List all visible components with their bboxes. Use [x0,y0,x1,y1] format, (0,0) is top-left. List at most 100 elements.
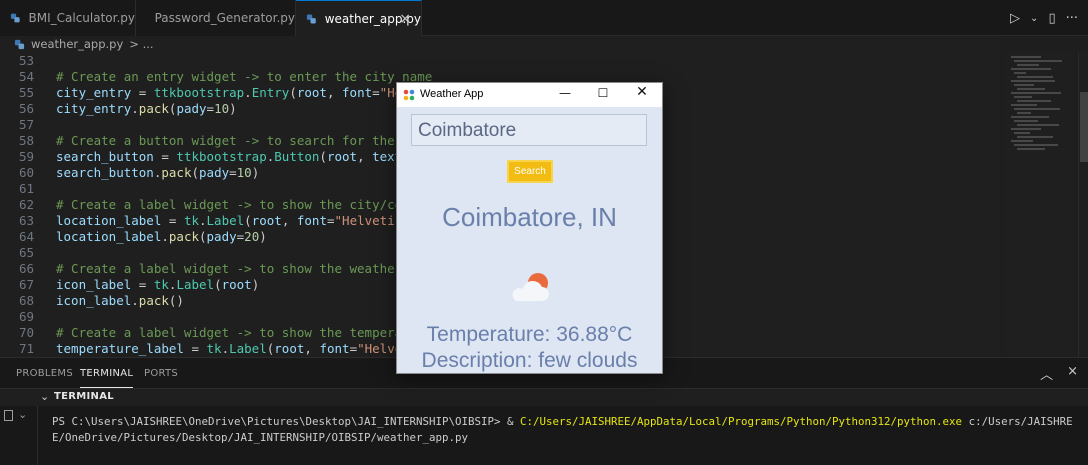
line-number: 68 [18,293,34,308]
chevron-down-icon[interactable]: ⌄ [40,390,49,403]
code-text: city_entry.pack(pady=10) [56,101,237,116]
terminal-sidebar: ⌄ [0,406,38,465]
line-number: 69 [18,309,34,324]
tab-password-generator[interactable]: Password_Generator.py [136,0,296,36]
minimap-line [1017,112,1031,114]
python-file-icon [146,17,147,19]
panel-controls: ︿ × [1040,364,1078,383]
tab-problems[interactable]: PROBLEMS [16,358,73,388]
line-number: 71 [18,341,34,356]
code-text: search_button.pack(pady=10) [56,165,260,180]
minimap[interactable] [1005,52,1075,357]
line-number: 62 [18,197,34,212]
line-number: 66 [18,261,34,276]
breadcrumb: weather_app.py > ... [0,36,1000,52]
line-number: 57 [18,117,34,132]
minimap-line [1011,128,1041,130]
maximize-panel-icon[interactable]: ︿ [1040,364,1053,383]
code-text: location_label.pack(pady=20) [56,229,267,244]
close-icon[interactable]: × [399,11,411,27]
line-number: 65 [18,245,34,260]
chevron-down-icon[interactable]: ⌄ [18,408,27,421]
terminal-header: ⌄ TERMINAL [0,388,1088,406]
minimap-line [1011,56,1041,58]
minimap-line [1011,68,1051,70]
editor-scrollbar[interactable] [1078,52,1088,357]
minimap-line [1017,100,1051,102]
run-icon[interactable]: ▷ [1010,11,1020,26]
editor-tab-bar: BMI_Calculator.py Password_Generator.py … [0,0,1088,36]
terminal-icon[interactable] [4,410,13,421]
python-file-icon [14,39,25,49]
line-number: 61 [18,181,34,196]
code-text: # Create a label widget -> to show the w… [56,261,440,276]
editor-actions: ▷ ⌄ ▯ ··· [1010,0,1088,36]
minimap-line [1014,144,1058,146]
maximize-icon[interactable]: ☐ [588,86,618,104]
chevron-down-icon[interactable]: ⌄ [1030,13,1038,24]
terminal-exe-path: C:/Users/JAISHREE/AppData/Local/Programs… [520,415,963,428]
tab-label: Password_Generator.py [154,11,295,25]
line-number: 70 [18,325,34,340]
split-editor-icon[interactable]: ▯ [1048,11,1055,26]
line-number: 67 [18,277,34,292]
code-line[interactable]: 53 [0,53,1000,69]
tab-weather-app[interactable]: weather_app.py × [296,0,422,36]
tab-terminal[interactable]: TERMINAL [80,358,134,388]
scrollbar-thumb[interactable] [1080,92,1088,162]
terminal-title: TERMINAL [54,391,114,402]
location-label: Coimbatore, IN [442,202,617,232]
window-title: Weather App [420,88,484,100]
python-file-icon [306,14,316,23]
minimap-line [1014,120,1038,122]
tab-bmi-calculator[interactable]: BMI_Calculator.py [0,0,136,36]
terminal-output[interactable]: PS C:\Users\JAISHREE\OneDrive\Pictures\D… [52,414,1082,446]
minimap-line [1011,92,1061,94]
minimap-line [1011,104,1037,106]
minimap-line [1014,132,1030,134]
line-number: 55 [18,85,34,100]
line-number: 53 [18,53,34,68]
line-number: 60 [18,165,34,180]
search-button[interactable]: Search [507,160,553,183]
code-text: # Create a label widget -> to show the t… [56,325,433,340]
minimap-line [1014,108,1060,110]
python-file-icon [10,13,20,23]
window-titlebar[interactable]: Weather App — ☐ ✕ [397,83,662,107]
minimize-icon[interactable]: — [550,86,580,104]
terminal-prompt: PS C:\Users\JAISHREE\OneDrive\Pictures\D… [52,415,521,428]
minimap-line [1014,84,1034,86]
minimap-line [1017,76,1053,78]
breadcrumb-file[interactable]: weather_app.py [31,37,123,51]
code-text: icon_label = tk.Label(root) [56,277,260,292]
minimap-line [1017,88,1045,90]
minimap-line [1011,140,1033,142]
tab-label: BMI_Calculator.py [28,11,136,25]
minimap-line [1017,136,1053,138]
line-number: 63 [18,213,34,228]
minimap-line [1014,72,1026,74]
minimap-line [1014,96,1032,98]
line-number: 56 [18,101,34,116]
code-text: icon_label.pack() [56,293,184,308]
line-number: 59 [18,149,34,164]
minimap-line [1011,80,1055,82]
minimap-line [1017,124,1059,126]
city-entry[interactable]: Coimbatore [411,114,647,146]
line-number: 64 [18,229,34,244]
line-number: 54 [18,69,34,84]
close-panel-icon[interactable]: × [1067,364,1078,383]
tk-feather-icon [403,89,415,101]
minimap-line [1017,148,1045,150]
few-clouds-icon [512,273,549,301]
weather-app-window: Weather App — ☐ ✕ Coimbatore Search Coim… [396,82,663,374]
tab-ports[interactable]: PORTS [144,358,178,388]
temperature-label: Temperature: 36.88°C [426,323,633,346]
breadcrumb-rest[interactable]: > ... [129,37,153,51]
minimap-line [1014,60,1062,62]
close-icon[interactable]: ✕ [627,84,657,102]
line-number: 58 [18,133,34,148]
description-label: Description: few clouds [421,349,638,372]
more-icon[interactable]: ··· [1066,11,1078,26]
minimap-line [1017,64,1039,66]
